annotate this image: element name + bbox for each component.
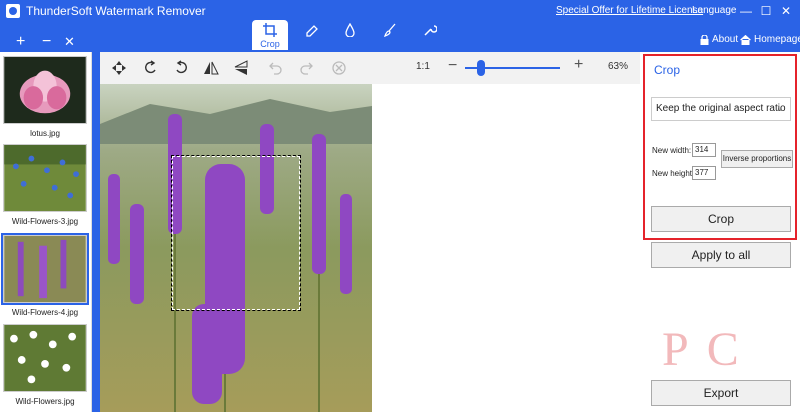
- apply-to-all-button[interactable]: Apply to all: [651, 242, 791, 268]
- wrench-icon: [424, 25, 438, 36]
- crop-selection[interactable]: [171, 155, 301, 311]
- redo-icon[interactable]: [298, 59, 316, 77]
- aspect-ratio-value: Keep the original aspect ratio: [656, 103, 786, 114]
- homepage-link[interactable]: Homepage: [740, 34, 800, 45]
- thumbnail-wild-flowers: [3, 324, 87, 392]
- aspect-ratio-select[interactable]: Keep the original aspect ratio ⌄: [651, 97, 791, 121]
- file-list: lotus.jpg Wild-Flowers-3.jpg Wild-Flower…: [0, 52, 92, 412]
- file-caption: Wild-Flowers-3.jpg: [11, 217, 79, 226]
- file-item-lotus[interactable]: lotus.jpg: [3, 56, 87, 138]
- image-toolbar: 1:1 − + 63%: [100, 52, 640, 84]
- cancel-icon[interactable]: [330, 59, 348, 77]
- export-button[interactable]: Export: [651, 380, 791, 406]
- maximize-icon[interactable]: ☐: [756, 2, 776, 20]
- file-caption: Wild-Flowers.jpg: [15, 397, 75, 406]
- rotate-left-icon[interactable]: [142, 59, 160, 77]
- file-item-wild-flowers-3[interactable]: Wild-Flowers-3.jpg: [3, 144, 87, 226]
- image-canvas[interactable]: [100, 84, 640, 412]
- tab-fill[interactable]: [332, 20, 368, 50]
- pc-watermark-logo: PC: [662, 323, 757, 376]
- zoom-slider-knob[interactable]: [477, 60, 485, 76]
- home-icon: [740, 34, 751, 45]
- language-menu[interactable]: Language: [692, 5, 737, 16]
- height-label: New height:: [652, 169, 695, 178]
- width-label: New width:: [652, 146, 692, 155]
- inverse-proportions-button[interactable]: Inverse proportions: [721, 150, 793, 168]
- zoom-percent: 63%: [608, 61, 629, 72]
- thumbnail-wild-flowers-4: [1, 233, 89, 305]
- file-item-wild-flowers-4[interactable]: Wild-Flowers-4.jpg: [1, 233, 89, 317]
- crop-icon: [263, 23, 277, 37]
- zoom-out-button[interactable]: −: [448, 57, 457, 75]
- about-label: About: [712, 34, 739, 45]
- minimize-icon[interactable]: —: [736, 2, 756, 20]
- remove-icon[interactable]: −: [42, 34, 51, 50]
- file-caption: lotus.jpg: [30, 129, 60, 138]
- eraser-icon: [306, 25, 318, 37]
- add-icon[interactable]: +: [16, 34, 25, 50]
- zoom-in-button[interactable]: +: [574, 56, 583, 74]
- height-input[interactable]: 377: [692, 166, 716, 180]
- thumbnail-lotus: [3, 56, 87, 124]
- tab-crop-label: Crop: [260, 39, 280, 49]
- chevron-down-icon: ⌄: [775, 103, 784, 114]
- tab-brush[interactable]: [372, 20, 408, 50]
- app-logo-icon: [6, 4, 20, 18]
- tab-eraser[interactable]: [294, 20, 330, 50]
- clear-icon[interactable]: ✕: [64, 34, 75, 50]
- brush-icon: [383, 23, 396, 38]
- width-input[interactable]: 314: [692, 143, 716, 157]
- actual-size-button[interactable]: 1:1: [416, 61, 430, 72]
- file-item-wild-flowers[interactable]: Wild-Flowers.jpg: [3, 324, 87, 406]
- tab-tools[interactable]: [412, 20, 448, 50]
- lock-icon: [700, 34, 709, 45]
- undo-icon[interactable]: [266, 59, 284, 77]
- rotate-right-icon[interactable]: [172, 59, 190, 77]
- file-caption: Wild-Flowers-4.jpg: [11, 308, 79, 317]
- about-link[interactable]: About: [700, 34, 738, 45]
- homepage-label: Homepage: [754, 34, 800, 45]
- thumbnail-wild-flowers-3: [3, 144, 87, 212]
- tab-crop[interactable]: Crop: [252, 20, 288, 50]
- drop-icon: [345, 22, 355, 38]
- crop-panel-title: Crop: [654, 63, 681, 77]
- move-icon[interactable]: [110, 59, 128, 77]
- close-icon[interactable]: ✕: [776, 2, 796, 20]
- flip-vertical-icon[interactable]: [232, 59, 250, 77]
- special-offer-link[interactable]: Special Offer for Lifetime License: [556, 5, 703, 16]
- flip-horizontal-icon[interactable]: [202, 59, 220, 77]
- crop-button[interactable]: Crop: [651, 206, 791, 232]
- app-title: ThunderSoft Watermark Remover: [26, 4, 206, 18]
- title-bar: ThunderSoft Watermark Remover Special Of…: [0, 0, 800, 52]
